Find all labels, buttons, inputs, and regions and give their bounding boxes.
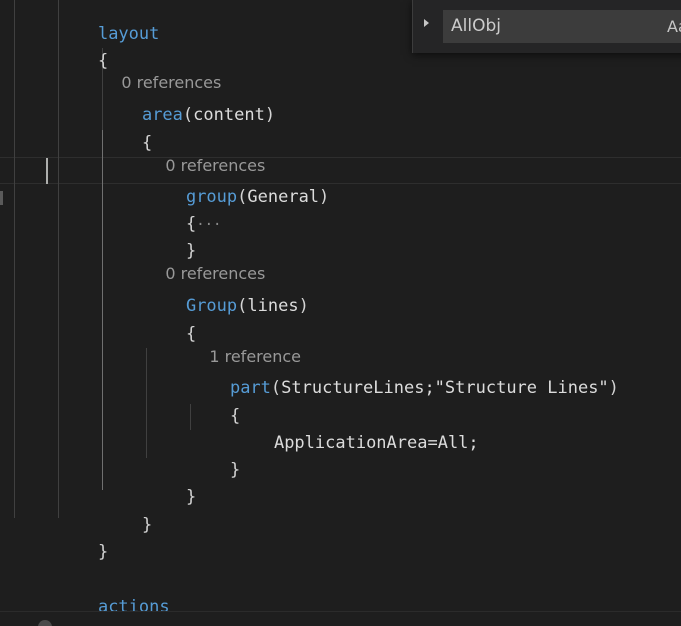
find-input[interactable]: AllObj	[443, 10, 681, 43]
code-editor[interactable]: layout { 0 references area(content) { 0 …	[0, 0, 681, 626]
scroll-indicator[interactable]	[38, 620, 52, 626]
match-case-toggle[interactable]: Aa	[667, 10, 681, 43]
find-input-value[interactable]: AllObj	[451, 16, 501, 36]
group-argument: lines	[247, 296, 299, 316]
close-brace: }	[97, 542, 109, 562]
text-cursor	[46, 158, 48, 184]
code-line: {···	[145, 184, 222, 234]
close-brace: }	[141, 515, 153, 535]
code-line: }	[145, 211, 196, 261]
code-line: actions	[57, 567, 170, 617]
code-line: Group(lines)	[145, 266, 309, 316]
close-brace: }	[185, 487, 197, 507]
code-line: {	[145, 294, 196, 344]
property-application-area: ApplicationArea=All;	[273, 433, 479, 453]
indent-guide	[102, 130, 103, 490]
find-widget: AllObj Aa	[412, 0, 681, 53]
code-line: }	[57, 512, 108, 562]
codelens-references[interactable]: 0 references	[145, 136, 265, 175]
codelens-references[interactable]: 1 reference	[189, 327, 301, 366]
code-line: part(StructureLines;"Structure Lines")	[189, 348, 619, 398]
paren: )	[264, 105, 276, 125]
horizontal-scrollbar[interactable]	[0, 611, 681, 626]
paren: (	[237, 296, 248, 316]
code-line: ApplicationArea=All;	[233, 403, 479, 453]
paren: )	[298, 296, 309, 316]
group-argument: General	[247, 187, 320, 207]
code-line: layout	[57, 0, 159, 44]
code-line: area(content)	[101, 75, 275, 125]
chevron-right-icon-svg	[424, 19, 429, 27]
code-line: }	[101, 485, 152, 535]
close-brace: }	[229, 460, 241, 480]
code-line: {	[101, 103, 152, 153]
indent-guide	[14, 48, 15, 518]
paren: )	[319, 187, 330, 207]
code-line: }	[145, 457, 196, 507]
codelens-references[interactable]: 0 references	[145, 244, 265, 283]
paren: (	[237, 187, 248, 207]
paren: (	[270, 378, 282, 398]
code-line: }	[189, 430, 240, 480]
paren: (	[182, 105, 194, 125]
codelens-references[interactable]: 0 references	[101, 53, 221, 92]
area-argument: content	[193, 105, 265, 125]
indent-guide	[58, 48, 59, 518]
part-arguments: StructureLines;"Structure Lines"	[281, 378, 609, 398]
folded-ellipsis[interactable]: ···	[196, 217, 221, 233]
folded-region-marker	[0, 191, 3, 205]
paren: )	[608, 378, 619, 398]
code-line: {	[57, 21, 108, 71]
code-line: group(General)	[145, 157, 329, 207]
indent-guide	[14, 0, 15, 48]
chevron-right-icon[interactable]	[421, 18, 433, 34]
code-line: {	[189, 376, 240, 426]
